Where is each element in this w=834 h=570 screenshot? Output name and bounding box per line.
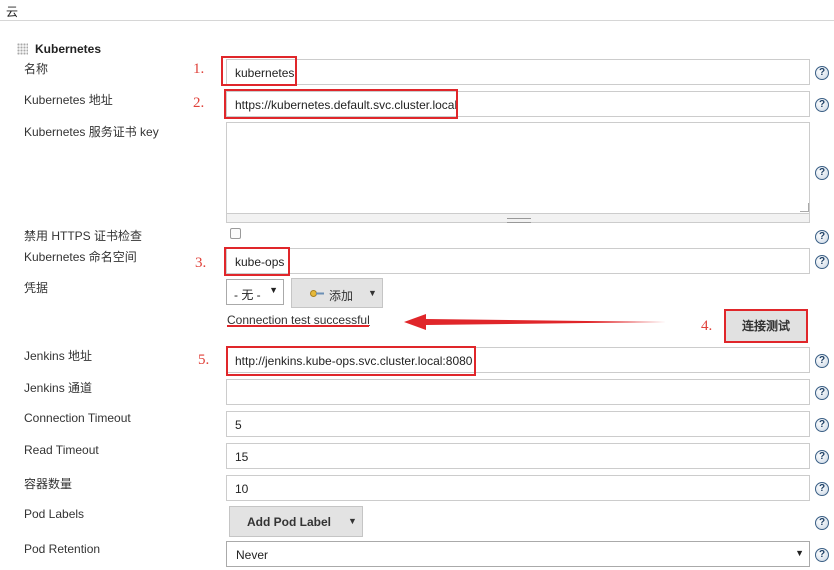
namespace-field[interactable]: kube-ops [224,247,810,276]
name-field[interactable]: kubernetes [221,56,810,86]
drag-handle-icon[interactable] [17,43,28,55]
section-divider [0,20,834,21]
add-pod-label-button[interactable]: Add Pod Label ▼ [229,506,363,537]
add-credentials-button[interactable]: 添加 ▼ [291,278,383,308]
cert-key-textarea[interactable] [226,122,810,214]
grip-lines-icon [507,218,531,223]
pod-labels-label: Pod Labels [24,507,85,521]
container-cap-label: 容器数量 [24,477,73,491]
credentials-select[interactable]: - 无 - ▼ [226,279,284,305]
caret-down-icon: ▼ [795,548,804,558]
help-icon[interactable]: ? [815,548,829,562]
caret-down-icon: ▼ [348,516,357,526]
step-1-marker: 1. [193,61,205,77]
key-icon [310,290,324,297]
connection-test-button[interactable]: 连接测试 [724,309,808,343]
namespace-highlight [224,247,290,276]
step-4-marker: 4. [701,318,713,334]
jenkins-url-highlight [226,346,476,376]
name-highlight [221,56,297,86]
help-icon[interactable]: ? [815,386,829,400]
jenkins-url-field[interactable]: http://jenkins.kube-ops.svc.cluster.loca… [226,346,810,376]
pod-retention-select[interactable]: Never ▼ [226,541,810,567]
help-icon[interactable]: ? [815,418,829,432]
credentials-label: 凭据 [24,281,49,295]
name-label: 名称 [24,62,49,76]
k8s-url-field[interactable]: https://kubernetes.default.svc.cluster.l… [224,89,810,119]
red-arrow [404,314,666,330]
section-title: 云 [6,5,19,19]
step-2-marker: 2. [193,95,205,111]
read-timeout-field[interactable]: 15 [226,443,810,469]
help-icon[interactable]: ? [815,450,829,464]
caret-down-icon: ▼ [368,288,377,298]
pod-retention-label: Pod Retention [24,542,101,556]
caret-down-icon: ▼ [269,285,278,295]
cloud-name: Kubernetes [35,42,102,56]
add-pod-label-text: Add Pod Label [247,515,331,529]
disable-https-label: 禁用 HTTPS 证书检查 [24,229,143,243]
container-cap-value: 10 [235,482,249,496]
connection-timeout-value: 5 [235,418,242,432]
help-icon[interactable]: ? [815,354,829,368]
k8s-url-highlight [224,89,458,119]
step-3-marker: 3. [195,255,207,271]
namespace-label: Kubernetes 命名空间 [24,250,137,264]
help-icon[interactable]: ? [815,255,829,269]
help-icon[interactable]: ? [815,230,829,244]
help-icon[interactable]: ? [815,482,829,496]
jenkins-url-label: Jenkins 地址 [24,349,93,363]
step-5-marker: 5. [198,352,210,368]
cert-key-label: Kubernetes 服务证书 key [24,125,159,139]
connection-timeout-label: Connection Timeout [24,411,131,425]
resize-corner-icon[interactable] [800,203,809,212]
disable-https-checkbox[interactable] [230,228,241,239]
help-icon[interactable]: ? [815,516,829,530]
container-cap-field[interactable]: 10 [226,475,810,501]
help-icon[interactable]: ? [815,66,829,80]
jenkins-tunnel-label: Jenkins 通道 [24,381,93,395]
pod-retention-selected: Never [236,548,269,562]
jenkins-tunnel-field[interactable] [226,379,810,405]
read-timeout-value: 15 [235,450,249,464]
credentials-selected: - 无 - [234,288,261,302]
help-icon[interactable]: ? [815,166,829,180]
k8s-url-label: Kubernetes 地址 [24,93,113,107]
status-underline [227,325,369,327]
add-credentials-label: 添加 [329,289,354,303]
help-icon[interactable]: ? [815,98,829,112]
read-timeout-label: Read Timeout [24,443,99,457]
connection-timeout-field[interactable]: 5 [226,411,810,437]
